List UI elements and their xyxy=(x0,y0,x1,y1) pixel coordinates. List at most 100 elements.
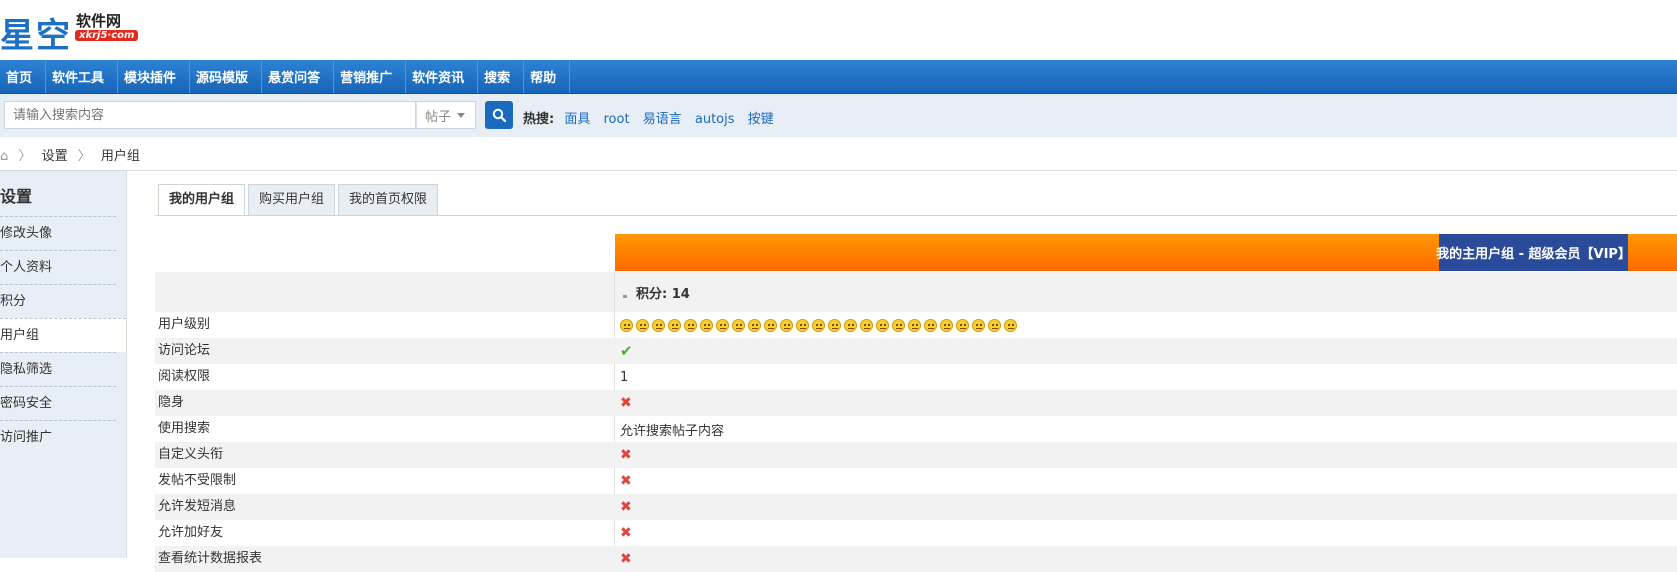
sidebar-item-credits[interactable]: 积分 xyxy=(0,284,116,318)
permission-text: 允许搜索帖子内容 xyxy=(620,423,725,439)
nav-item-software-tools[interactable]: 软件工具 xyxy=(46,60,119,93)
site-header: 星空 软件网 xkrj5·com xyxy=(0,0,1677,60)
permission-value: 允许搜索帖子内容 xyxy=(620,416,724,442)
hot-keyword[interactable]: 按键 xyxy=(748,112,774,127)
level-face-icon xyxy=(844,318,857,332)
cross-icon: ✖ xyxy=(620,499,632,515)
level-face-icon xyxy=(956,318,969,332)
level-face-icon xyxy=(652,318,665,332)
check-icon: ✔ xyxy=(620,342,633,360)
permission-label: 用户级别 xyxy=(158,317,211,332)
tabs-divider xyxy=(155,215,1677,216)
table-row: 阅读权限 1 xyxy=(155,364,1677,390)
nav-item-help[interactable]: 帮助 xyxy=(524,60,571,93)
permission-value: ✖ xyxy=(620,468,632,494)
permission-label: 允许加好友 xyxy=(158,525,224,540)
nav-item-home[interactable]: 首页 xyxy=(0,60,47,93)
level-face-icon xyxy=(620,318,633,332)
breadcrumb: ⌂ 〉 设置 〉 用户组 xyxy=(0,145,140,164)
hot-search-label: 热搜: xyxy=(523,112,555,127)
table-row: 发帖不受限制 ✖ xyxy=(155,468,1677,494)
table-row: 允许加好友 ✖ xyxy=(155,520,1677,546)
permission-value: ✖ xyxy=(620,390,632,416)
breadcrumb-separator: 〉 xyxy=(77,149,91,164)
nav-item-marketing[interactable]: 营销推广 xyxy=(334,60,407,93)
logo-subtext: 软件网 xyxy=(76,12,122,30)
score-row: 积分: 14 xyxy=(155,272,1677,312)
sidebar-item-password[interactable]: 密码安全 xyxy=(0,386,116,420)
level-face-icon xyxy=(1004,318,1017,332)
search-type-label: 帖子 xyxy=(425,109,452,125)
permission-value: ✔ xyxy=(620,338,633,364)
level-face-icon xyxy=(684,318,697,332)
sidebar-item-privacy[interactable]: 隐私筛选 xyxy=(0,352,116,386)
permission-label: 隐身 xyxy=(158,395,185,410)
sidebar-item-usergroup[interactable]: 用户组 xyxy=(0,318,126,352)
permission-value: ✖ xyxy=(620,442,632,468)
breadcrumb-item-usergroup: 用户组 xyxy=(100,149,140,164)
lightbulb-icon xyxy=(620,286,630,298)
home-icon[interactable]: ⌂ xyxy=(0,149,8,164)
nav-item-plugins[interactable]: 模块插件 xyxy=(118,60,191,93)
logo-text: 星空 xyxy=(0,16,72,56)
sidebar-title: 设置 xyxy=(0,187,33,206)
search-bar: 帖子 热搜: 面具 root 易语言 autojs 按键 xyxy=(0,94,1677,137)
level-face-icon xyxy=(940,318,953,332)
table-row: 用户级别 xyxy=(155,312,1677,338)
score-cell: 积分: 14 xyxy=(620,272,690,312)
table-row: 查看统计数据报表 ✖ xyxy=(155,546,1677,572)
level-face-icon xyxy=(636,318,649,332)
level-face-icon xyxy=(924,318,937,332)
search-icon xyxy=(492,108,506,122)
table-row: 使用搜索 允许搜索帖子内容 xyxy=(155,416,1677,442)
level-face-icon xyxy=(828,318,841,332)
permission-value: ✖ xyxy=(620,520,632,546)
breadcrumb-item-settings[interactable]: 设置 xyxy=(42,149,68,164)
chevron-down-icon xyxy=(457,112,466,118)
permission-label: 访问论坛 xyxy=(158,343,211,358)
permission-value: 1 xyxy=(620,364,628,390)
level-face-icon xyxy=(668,318,681,332)
tab-home-permissions[interactable]: 我的首页权限 xyxy=(338,184,439,216)
level-face-icon xyxy=(796,318,809,332)
tab-my-usergroup[interactable]: 我的用户组 xyxy=(158,184,246,216)
permission-label: 查看统计数据报表 xyxy=(158,551,263,566)
breadcrumb-separator: 〉 xyxy=(18,149,32,164)
permission-value xyxy=(620,312,1020,338)
sidebar-item-promotion[interactable]: 访问推广 xyxy=(0,420,116,454)
level-face-icon xyxy=(988,318,1001,332)
sidebar-item-avatar[interactable]: 修改头像 xyxy=(0,216,116,250)
usergroup-title: 我的主用户组 - 超级会员【VIP】 xyxy=(1436,234,1631,271)
hot-keyword[interactable]: autojs xyxy=(695,112,735,127)
level-face-icon xyxy=(732,318,745,332)
hot-keyword[interactable]: 面具 xyxy=(564,112,590,127)
search-input[interactable] xyxy=(4,101,416,129)
table-row: 访问论坛 ✔ xyxy=(155,338,1677,364)
usergroup-tabs: 我的用户组 购买用户组 我的首页权限 xyxy=(158,184,441,216)
level-face-icon xyxy=(764,318,777,332)
level-face-icon xyxy=(892,318,905,332)
nav-item-bounty-qa[interactable]: 悬赏问答 xyxy=(262,60,335,93)
search-button[interactable] xyxy=(485,101,513,129)
search-type-select[interactable]: 帖子 xyxy=(416,101,476,129)
permission-text: 1 xyxy=(620,369,629,385)
permission-value: ✖ xyxy=(620,546,632,572)
table-row: 自定义头衔 ✖ xyxy=(155,442,1677,468)
nav-item-search[interactable]: 搜索 xyxy=(478,60,525,93)
level-face-icon xyxy=(748,318,761,332)
hot-keyword[interactable]: root xyxy=(604,112,630,127)
nav-item-news[interactable]: 软件资讯 xyxy=(406,60,479,93)
nav-item-source-templates[interactable]: 源码模版 xyxy=(190,60,263,93)
permission-label: 阅读权限 xyxy=(158,369,211,384)
main-nav: 首页 软件工具 模块插件 源码模版 悬赏问答 营销推广 软件资讯 搜索 帮助 xyxy=(0,60,1677,94)
permission-label: 自定义头衔 xyxy=(158,447,224,462)
permission-label: 发帖不受限制 xyxy=(158,473,237,488)
sidebar-item-profile[interactable]: 个人资料 xyxy=(0,250,116,284)
permission-label: 使用搜索 xyxy=(158,421,211,436)
hot-keyword[interactable]: 易语言 xyxy=(643,112,682,127)
level-face-icon xyxy=(908,318,921,332)
settings-sidebar: 设置 修改头像 个人资料 积分 用户组 隐私筛选 密码安全 访问推广 xyxy=(0,171,127,558)
tab-buy-usergroup[interactable]: 购买用户组 xyxy=(248,184,336,216)
logo-url: xkrj5·com xyxy=(75,30,139,41)
breadcrumb-divider xyxy=(0,170,1677,171)
